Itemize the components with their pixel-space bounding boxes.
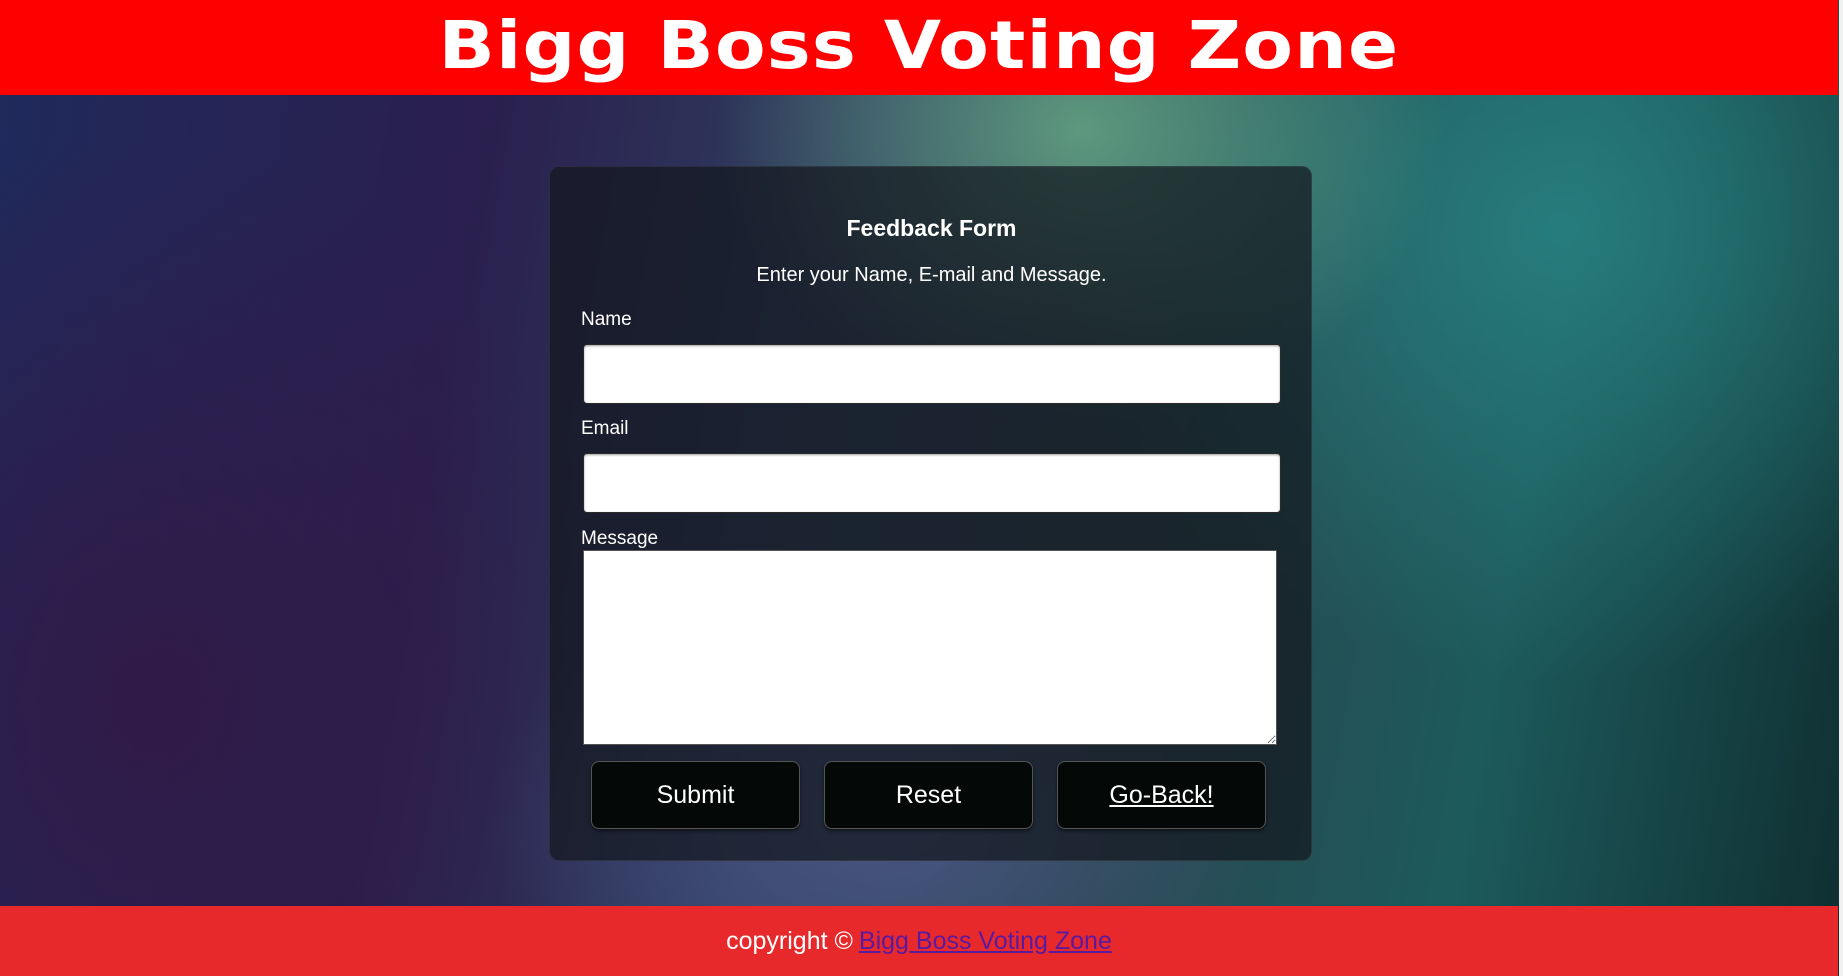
copyright-text: copyright © xyxy=(726,926,853,955)
site-header: Bigg Boss Voting Zone xyxy=(0,0,1838,95)
email-label: Email xyxy=(581,418,629,439)
site-title: Bigg Boss Voting Zone xyxy=(438,6,1400,84)
name-input[interactable] xyxy=(583,344,1281,404)
email-input[interactable] xyxy=(583,453,1281,513)
message-textarea[interactable] xyxy=(583,550,1277,745)
form-title: Feedback Form xyxy=(846,215,1017,241)
go-back-button[interactable]: Go-Back! xyxy=(1057,761,1266,829)
form-subtitle: Enter your Name, E-mail and Message. xyxy=(756,264,1107,286)
submit-button[interactable]: Submit xyxy=(591,761,800,829)
name-label: Name xyxy=(581,309,632,330)
site-footer: copyright © Bigg Boss Voting Zone xyxy=(0,906,1838,976)
scrollbar[interactable] xyxy=(1839,0,1843,976)
message-label: Message xyxy=(581,528,659,549)
feedback-form: Feedback Form Enter your Name, E-mail an… xyxy=(549,166,1312,861)
footer-home-link[interactable]: Bigg Boss Voting Zone xyxy=(859,927,1112,956)
reset-button[interactable]: Reset xyxy=(824,761,1033,829)
